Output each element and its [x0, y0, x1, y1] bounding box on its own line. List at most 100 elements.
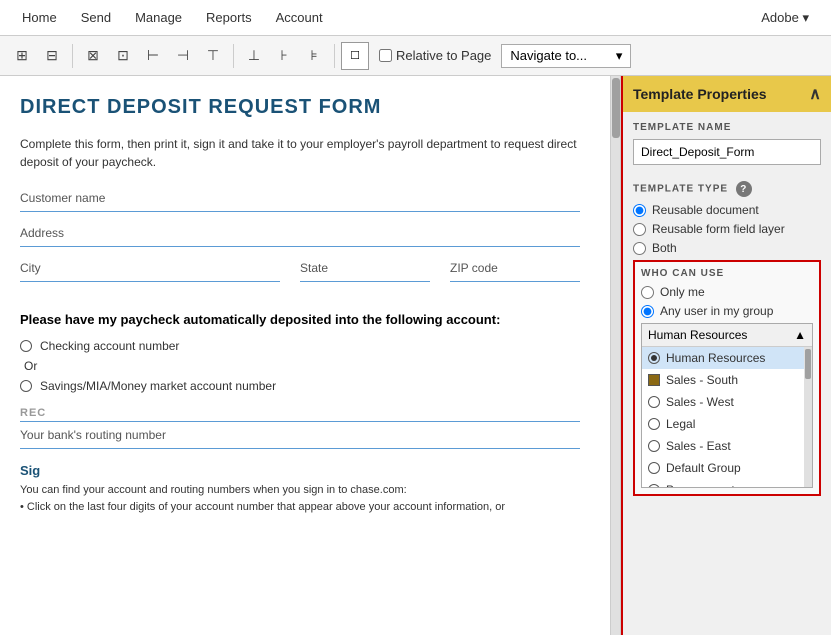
relative-to-page-checkbox[interactable]	[379, 49, 392, 62]
group-list-item[interactable]: Default Group	[642, 457, 812, 479]
toolbar-sep-1	[72, 44, 73, 68]
menu-send[interactable]: Send	[69, 2, 123, 33]
template-type-both-radio[interactable]	[633, 242, 646, 255]
group-item-label: Legal	[666, 417, 695, 431]
doc-content: DIRECT DEPOSIT REQUEST FORM Complete thi…	[0, 76, 610, 535]
doc-field-address-label: Address	[20, 226, 580, 240]
group-list-item[interactable]: Sales - West	[642, 391, 812, 413]
template-type-form-field-radio[interactable]	[633, 223, 646, 236]
toolbar-sep-3	[334, 44, 335, 68]
doc-sig-label: Sig	[20, 463, 580, 478]
who-can-use-label: WHO CAN USE	[641, 268, 813, 279]
group-item-label: Sales - South	[666, 373, 738, 387]
group-item-radio	[648, 440, 660, 452]
group-item-label: Procurement	[666, 483, 735, 487]
doc-scrollbar-thumb[interactable]	[612, 78, 620, 138]
doc-field-state: State	[300, 261, 430, 282]
toolbar-icon-6[interactable]: ⊣	[169, 42, 197, 70]
group-item-radio	[648, 396, 660, 408]
doc-scrollbar[interactable]	[610, 76, 620, 635]
who-can-use-any-user-radio[interactable]	[641, 305, 654, 318]
group-list-scrollbar[interactable]	[804, 347, 812, 487]
toolbar-icon-1[interactable]: ⊞	[8, 42, 36, 70]
template-type-form-field-label: Reusable form field layer	[652, 222, 785, 236]
doc-field-zip: ZIP code	[450, 261, 580, 282]
group-list-item[interactable]: Sales - South	[642, 369, 812, 391]
doc-field-routing: Your bank's routing number	[20, 428, 580, 449]
template-type-reusable-doc[interactable]: Reusable document	[633, 203, 821, 217]
toolbar-icon-2[interactable]: ⊟	[38, 42, 66, 70]
group-item-radio	[648, 352, 660, 364]
right-panel: Template Properties ∧ TEMPLATE NAME TEMP…	[621, 76, 831, 635]
doc-field-customer-name: Customer name	[20, 191, 580, 212]
template-type-label: TEMPLATE TYPE ?	[633, 181, 821, 197]
menu-reports[interactable]: Reports	[194, 2, 264, 33]
doc-rec-label: REC	[20, 407, 580, 422]
doc-field-city-label: City	[20, 261, 280, 275]
doc-title: DIRECT DEPOSIT REQUEST FORM	[20, 96, 580, 119]
toolbar-icon-8[interactable]: ⊥	[240, 42, 268, 70]
who-can-use-only-me-radio[interactable]	[641, 286, 654, 299]
panel-header: Template Properties ∧	[623, 76, 831, 112]
group-list-item[interactable]: Sales - East	[642, 435, 812, 457]
doc-radio-checking-label: Checking account number	[40, 339, 179, 353]
doc-field-state-label: State	[300, 261, 430, 275]
doc-field-city: City	[20, 261, 280, 282]
navigate-dropdown[interactable]: Navigate to... ▾	[501, 44, 631, 68]
template-type-both[interactable]: Both	[633, 241, 821, 255]
relative-to-page-toggle[interactable]: Relative to Page	[379, 48, 491, 63]
group-list-header-text: Human Resources	[648, 328, 747, 342]
doc-bold-text: Please have my paycheck automatically de…	[20, 312, 580, 327]
relative-to-page-label: Relative to Page	[396, 48, 491, 63]
toolbar-icon-10[interactable]: ⊧	[300, 42, 328, 70]
group-list-scrollbar-thumb[interactable]	[805, 349, 811, 379]
template-type-reusable-doc-radio[interactable]	[633, 204, 646, 217]
toolbar-icon-7[interactable]: ⊤	[199, 42, 227, 70]
template-type-both-label: Both	[652, 241, 677, 255]
menu-account[interactable]: Account	[264, 2, 335, 33]
doc-small-text2: • Click on the last four digits of your …	[20, 499, 580, 516]
who-can-use-section: WHO CAN USE Only me Any user in my group…	[633, 260, 821, 496]
group-list-container: Human Resources ▲ Human ResourcesSales -…	[641, 323, 813, 488]
group-list-item[interactable]: Procurement	[642, 479, 812, 487]
main-area: DIRECT DEPOSIT REQUEST FORM Complete thi…	[0, 76, 831, 635]
menu-manage[interactable]: Manage	[123, 2, 194, 33]
panel-close-button[interactable]: ∧	[809, 84, 821, 104]
doc-field-zip-label: ZIP code	[450, 261, 580, 275]
who-can-use-only-me[interactable]: Only me	[641, 285, 813, 299]
who-can-use-any-user-label: Any user in my group	[660, 304, 773, 318]
who-can-use-any-user[interactable]: Any user in my group	[641, 304, 813, 318]
toolbar-sep-2	[233, 44, 234, 68]
doc-small-text1: You can find your account and routing nu…	[20, 482, 580, 499]
panel-header-title: Template Properties	[633, 86, 767, 102]
adobe-menu[interactable]: Adobe ▾	[749, 10, 821, 26]
group-item-radio	[648, 418, 660, 430]
doc-radio-checking-circle[interactable]	[20, 340, 32, 352]
doc-field-row-city-state-zip: City State ZIP code	[20, 261, 580, 296]
group-item-checkbox	[648, 374, 660, 386]
group-item-label: Sales - West	[666, 395, 734, 409]
doc-radio-savings-circle[interactable]	[20, 380, 32, 392]
group-list-item[interactable]: Legal	[642, 413, 812, 435]
doc-field-customer-name-label: Customer name	[20, 191, 580, 205]
toolbar-icon-3[interactable]: ⊠	[79, 42, 107, 70]
group-list-scroll[interactable]: Human Resources Sales - South Sales - West…	[642, 347, 812, 487]
group-list-item[interactable]: Human Resources	[642, 347, 812, 369]
navigate-dropdown-label: Navigate to...	[510, 48, 587, 63]
toolbar-icon-4[interactable]: ⊡	[109, 42, 137, 70]
doc-radio-checking: Checking account number	[20, 339, 580, 353]
toolbar-checkbox-btn[interactable]: ☐	[341, 42, 369, 70]
doc-radio-savings: Savings/MIA/Money market account number	[20, 379, 580, 393]
doc-or-text: Or	[24, 359, 580, 373]
group-item-label: Sales - East	[666, 439, 731, 453]
template-name-input[interactable]	[633, 139, 821, 165]
doc-description: Complete this form, then print it, sign …	[20, 135, 580, 171]
doc-area: DIRECT DEPOSIT REQUEST FORM Complete thi…	[0, 76, 621, 635]
template-name-label: TEMPLATE NAME	[633, 122, 821, 133]
toolbar-icon-5[interactable]: ⊢	[139, 42, 167, 70]
toolbar-icon-9[interactable]: ⊦	[270, 42, 298, 70]
group-item-radio	[648, 484, 660, 487]
menu-home[interactable]: Home	[10, 2, 69, 33]
template-type-help-icon[interactable]: ?	[736, 181, 752, 197]
template-type-form-field[interactable]: Reusable form field layer	[633, 222, 821, 236]
